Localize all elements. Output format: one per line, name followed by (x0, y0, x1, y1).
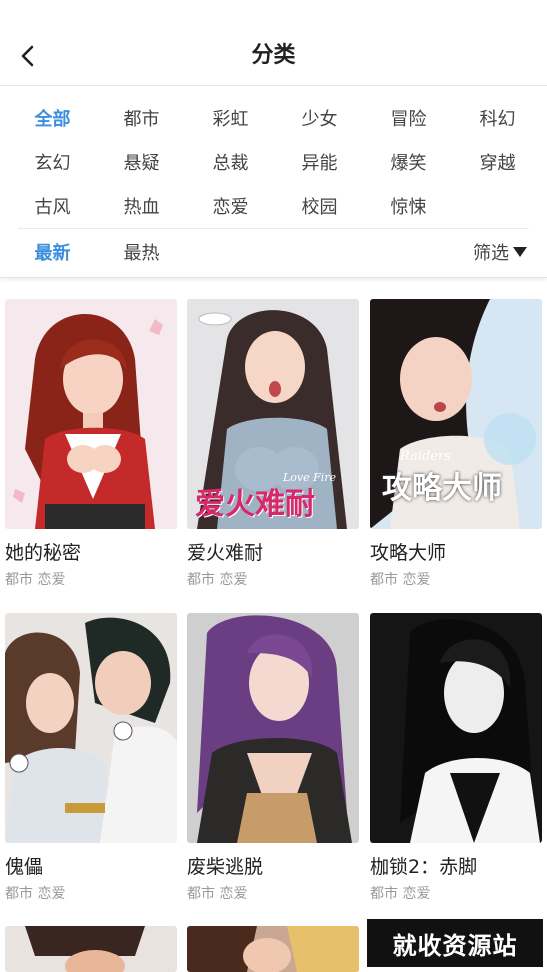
comic-cover (370, 613, 542, 843)
genre-romance[interactable]: 恋爱 (186, 184, 275, 228)
comic-title: 废柴逃脱 (187, 856, 264, 878)
cover-title-art: 爱火难耐 (195, 487, 315, 522)
sort-latest[interactable]: 最新 (8, 232, 97, 272)
genre-mystery[interactable]: 悬疑 (97, 140, 186, 184)
watermark: 就收资源站 (367, 919, 543, 967)
comic-title: 爱火难耐 (187, 542, 264, 564)
comic-card-partial[interactable] (187, 926, 359, 972)
genre-ancient[interactable]: 古风 (8, 184, 97, 228)
comic-cover (187, 926, 359, 972)
cover-title-art: 攻略大师 (382, 471, 502, 506)
comic-title: 攻略大师 (370, 542, 447, 564)
comic-card[interactable]: 废柴逃脱 都市 恋爱 (187, 613, 359, 903)
genre-urban[interactable]: 都市 (97, 96, 186, 140)
cover-image (5, 299, 177, 529)
cover-image (5, 613, 177, 843)
cover-image (5, 926, 177, 972)
genre-ceo[interactable]: 总裁 (186, 140, 275, 184)
comic-tags: 都市 恋爱 (370, 886, 431, 902)
comic-tags: 都市 恋爱 (5, 572, 66, 588)
comic-cover (5, 613, 177, 843)
genre-time-travel[interactable]: 穿越 (453, 140, 542, 184)
comic-title: 枷锁2：赤脚 (370, 856, 478, 878)
genre-scifi[interactable]: 科幻 (453, 96, 542, 140)
sort-hottest[interactable]: 最热 (97, 232, 186, 272)
comic-title: 傀儡 (5, 856, 44, 878)
genre-adventure[interactable]: 冒险 (364, 96, 453, 140)
comic-tags: 都市 恋爱 (5, 886, 66, 902)
genre-comedy[interactable]: 爆笑 (364, 140, 453, 184)
cover-subtext: Raiders (400, 449, 451, 464)
cover-image (370, 613, 542, 843)
genre-all[interactable]: 全部 (8, 96, 97, 140)
page-title: 分类 (251, 43, 296, 68)
comic-tags: 都市 恋爱 (187, 886, 248, 902)
genre-rainbow[interactable]: 彩虹 (186, 96, 275, 140)
cover-image (187, 926, 359, 972)
genre-fantasy[interactable]: 玄幻 (8, 140, 97, 184)
comic-card[interactable]: Raiders 攻略大师 攻略大师 都市 恋爱 (370, 299, 542, 589)
genre-grid: 全部 都市 彩虹 少女 冒险 科幻 玄幻 悬疑 总裁 异能 爆笑 穿越 古风 热… (8, 96, 543, 228)
filter-panel: 全部 都市 彩虹 少女 冒险 科幻 玄幻 悬疑 总裁 异能 爆笑 穿越 古风 热… (0, 86, 547, 278)
comic-title: 她的秘密 (5, 542, 82, 564)
genre-action[interactable]: 热血 (97, 184, 186, 228)
divider (18, 228, 529, 229)
filter-button[interactable]: 筛选 (473, 232, 527, 272)
genre-superpower[interactable]: 异能 (275, 140, 364, 184)
filter-label: 筛选 (473, 243, 509, 264)
comic-tags: 都市 恋爱 (187, 572, 248, 588)
sort-row: 最新 最热 筛选 (8, 232, 543, 272)
comic-card[interactable]: 傀儡 都市 恋爱 (5, 613, 177, 903)
genre-shoujo[interactable]: 少女 (275, 96, 364, 140)
comic-tags: 都市 恋爱 (370, 572, 431, 588)
genre-campus[interactable]: 校园 (275, 184, 364, 228)
cover-image (187, 613, 359, 843)
caret-down-icon (513, 247, 527, 257)
comic-cover: Love Fire 爱火难耐 (187, 299, 359, 529)
comic-cover (5, 926, 177, 972)
comic-cover: Raiders 攻略大师 (370, 299, 542, 529)
comic-cover (5, 299, 177, 529)
genre-thriller[interactable]: 惊悚 (364, 184, 453, 228)
comic-card-partial[interactable] (5, 926, 177, 972)
comic-card[interactable]: 她的秘密 都市 恋爱 (5, 299, 177, 589)
comic-cover (187, 613, 359, 843)
comic-card[interactable]: Love Fire 爱火难耐 爱火难耐 都市 恋爱 (187, 299, 359, 589)
comic-card[interactable]: 枷锁2：赤脚 都市 恋爱 (370, 613, 542, 903)
top-bar: 分类 (0, 0, 547, 86)
